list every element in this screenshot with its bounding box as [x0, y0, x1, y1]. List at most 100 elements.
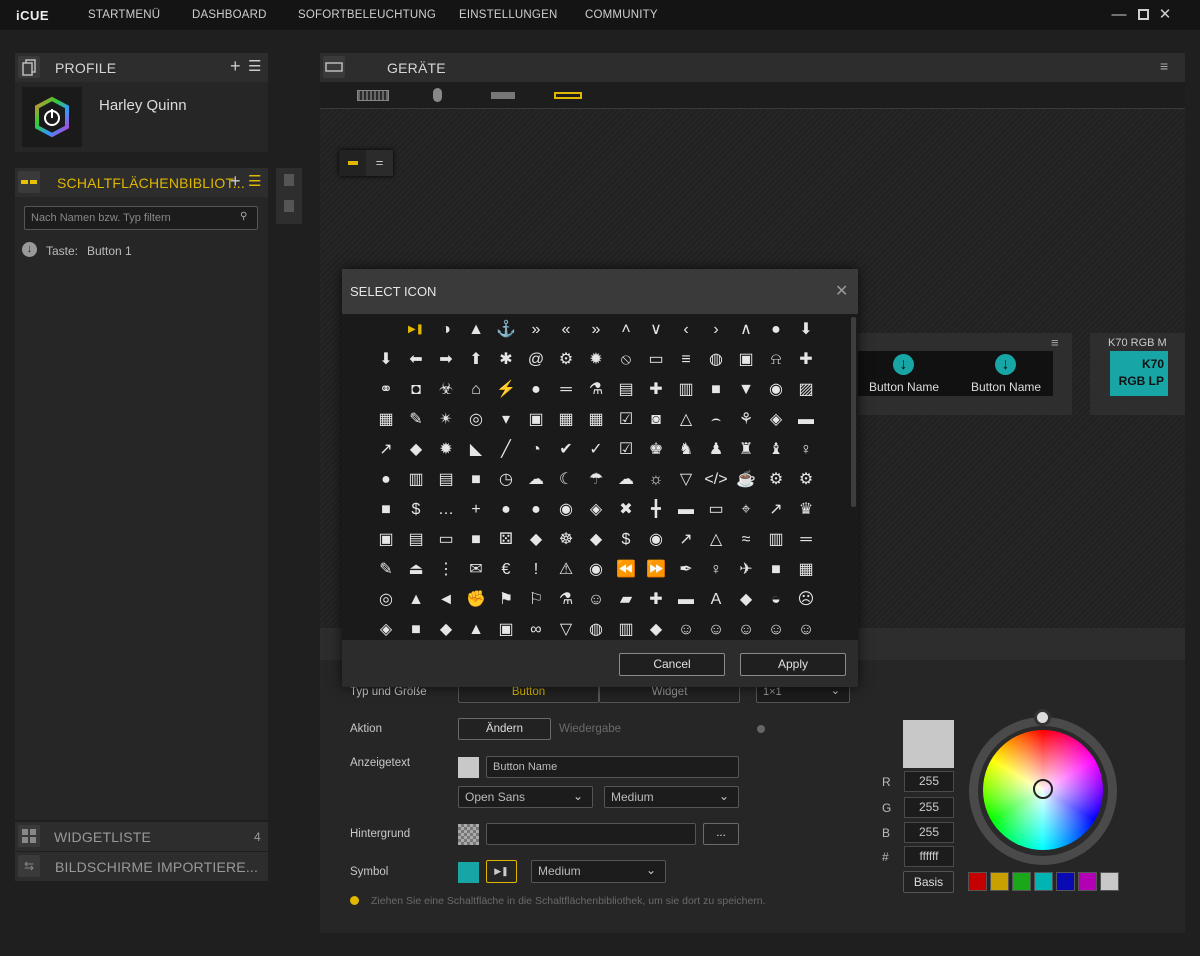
cloud-rain-icon[interactable]: ☂ — [581, 465, 611, 495]
leaf-icon[interactable]: ⚘ — [731, 405, 761, 435]
binoculars-icon[interactable]: ◘ — [401, 375, 431, 405]
tab-headset-device[interactable] — [491, 92, 515, 99]
frog-icon[interactable]: ◒ — [761, 585, 791, 615]
k70-label[interactable]: K70 RGB LP — [1110, 351, 1168, 396]
check-circle-icon[interactable]: ✔ — [551, 435, 581, 465]
tab-mouse-device[interactable] — [433, 88, 442, 102]
arrow-down-circle-icon[interactable]: ⬇ — [371, 345, 401, 375]
flag-usa-icon[interactable]: ⚐ — [521, 585, 551, 615]
bicycle-icon[interactable]: ⚭ — [371, 375, 401, 405]
folder-open-icon[interactable]: ▰ — [611, 585, 641, 615]
background-image-input[interactable] — [486, 823, 696, 845]
preview-menu-icon[interactable]: ≡ — [1051, 335, 1059, 350]
gift-icon[interactable]: ▣ — [491, 615, 521, 640]
icon-grid-scrollbar[interactable] — [849, 314, 858, 640]
fire-icon[interactable]: ▲ — [401, 585, 431, 615]
burst-icon[interactable]: ✹ — [581, 345, 611, 375]
grin-wink-icon[interactable]: ☺ — [791, 615, 821, 640]
eye-icon[interactable]: ◉ — [581, 555, 611, 585]
widgetlist-header[interactable]: WIDGETLISTE 4 — [15, 822, 268, 851]
book-plus-icon[interactable]: ✚ — [791, 345, 821, 375]
cube-icon[interactable]: ▣ — [371, 525, 401, 555]
preset-color-swatch[interactable] — [1012, 872, 1031, 891]
female-icon[interactable]: ♀ — [701, 555, 731, 585]
color-selector-handle[interactable] — [1033, 779, 1053, 799]
clock-icon[interactable]: ◷ — [491, 465, 521, 495]
double-down-icon[interactable]: » — [521, 315, 551, 345]
dialog-close-icon[interactable]: ✕ — [835, 281, 848, 301]
ban-icon[interactable]: ⦸ — [611, 345, 641, 375]
road-icon[interactable]: ▥ — [611, 615, 641, 640]
box-open-icon[interactable]: ▨ — [791, 375, 821, 405]
calculator-icon[interactable]: ▦ — [551, 405, 581, 435]
cancel-button[interactable]: Cancel — [619, 653, 725, 676]
glass-icon[interactable]: ▽ — [551, 615, 581, 640]
bone-icon[interactable]: ═ — [551, 375, 581, 405]
envelope-icon[interactable]: ✉ — [461, 555, 491, 585]
beer-icon[interactable]: ▣ — [731, 345, 761, 375]
brightness-handle[interactable] — [1034, 709, 1051, 726]
symbol-size-select[interactable]: Medium ⌄ — [531, 860, 666, 883]
database-icon[interactable]: ▤ — [401, 525, 431, 555]
background-browse-button[interactable]: ... — [703, 823, 739, 845]
clipboard-list-icon[interactable]: ▤ — [431, 465, 461, 495]
green-input[interactable]: 255 — [904, 797, 954, 818]
nav-dashboard[interactable]: DASHBOARD — [192, 9, 267, 21]
dice-icon[interactable]: ⚄ — [491, 525, 521, 555]
comment-icon[interactable]: ■ — [371, 495, 401, 525]
feather-icon[interactable]: ✒ — [671, 555, 701, 585]
font-select[interactable]: Open Sans ⌄ — [458, 786, 593, 808]
cog-icon[interactable]: ⚙ — [551, 345, 581, 375]
display-text-color-swatch[interactable] — [458, 757, 479, 778]
glasses-icon[interactable]: ∞ — [521, 615, 551, 640]
fish-icon[interactable]: ◄ — [431, 585, 461, 615]
profile-menu-icon[interactable]: ☰ — [248, 57, 261, 75]
gem-icon[interactable]: ◆ — [431, 615, 461, 640]
check-square-icon[interactable]: ☑ — [611, 435, 641, 465]
box-icon[interactable]: ■ — [461, 525, 491, 555]
camera-icon[interactable]: ◙ — [641, 405, 671, 435]
folder-plus-icon[interactable]: ✚ — [641, 585, 671, 615]
comment-plus-icon[interactable]: + — [461, 495, 491, 525]
gear-icon[interactable]: ⚙ — [761, 465, 791, 495]
dragon-icon[interactable]: ≈ — [731, 525, 761, 555]
euro-icon[interactable]: € — [491, 555, 521, 585]
double-left-icon[interactable]: « — [551, 315, 581, 345]
brush-icon[interactable]: ✎ — [401, 405, 431, 435]
directions-icon[interactable]: ◆ — [521, 525, 551, 555]
graduation-cap-icon[interactable]: ◆ — [641, 615, 671, 640]
minimize-icon[interactable]: — — [1110, 5, 1128, 25]
red-input[interactable]: 255 — [904, 771, 954, 792]
forward-icon[interactable]: ⏩ — [641, 555, 671, 585]
action-info-icon[interactable] — [757, 725, 765, 733]
apple-icon[interactable]: ● — [761, 315, 791, 345]
compass-icon[interactable]: ◈ — [581, 495, 611, 525]
add-profile-icon[interactable]: + — [230, 56, 241, 77]
file-icon[interactable]: ■ — [761, 555, 791, 585]
chart-area-icon[interactable]: ◣ — [461, 435, 491, 465]
anchor-icon[interactable]: ⚓ — [491, 315, 521, 345]
preset-color-swatch[interactable] — [1078, 872, 1097, 891]
drum-icon[interactable]: ▥ — [761, 525, 791, 555]
chess-pawn-icon[interactable]: ♟ — [701, 435, 731, 465]
certificate-icon[interactable]: ✹ — [431, 435, 461, 465]
grin-icon[interactable]: ☺ — [701, 615, 731, 640]
basis-button[interactable]: Basis — [903, 871, 954, 893]
grin-tongue-icon[interactable]: ☺ — [761, 615, 791, 640]
nav-community[interactable]: COMMUNITY — [585, 9, 658, 21]
gas-pump-icon[interactable]: ■ — [401, 615, 431, 640]
preset-color-swatch[interactable] — [990, 872, 1009, 891]
dharma-icon[interactable]: ☸ — [551, 525, 581, 555]
arrow-left-circle-icon[interactable]: ⬅ — [401, 345, 431, 375]
book-icon[interactable]: ■ — [701, 375, 731, 405]
profile-card[interactable]: Harley Quinn — [15, 82, 268, 152]
fist-icon[interactable]: ✊ — [461, 585, 491, 615]
globe-icon[interactable]: ◍ — [581, 615, 611, 640]
grimace-icon[interactable]: ☺ — [671, 615, 701, 640]
symbol-color-swatch[interactable] — [458, 862, 479, 883]
nav-startmenu[interactable]: STARTMENÜ — [88, 9, 160, 21]
car-icon[interactable]: ▬ — [791, 405, 821, 435]
view-layout-icon[interactable] — [339, 150, 366, 176]
library-menu-icon[interactable]: ☰ — [248, 172, 261, 190]
half-circle-icon[interactable]: ◑ — [431, 315, 461, 345]
